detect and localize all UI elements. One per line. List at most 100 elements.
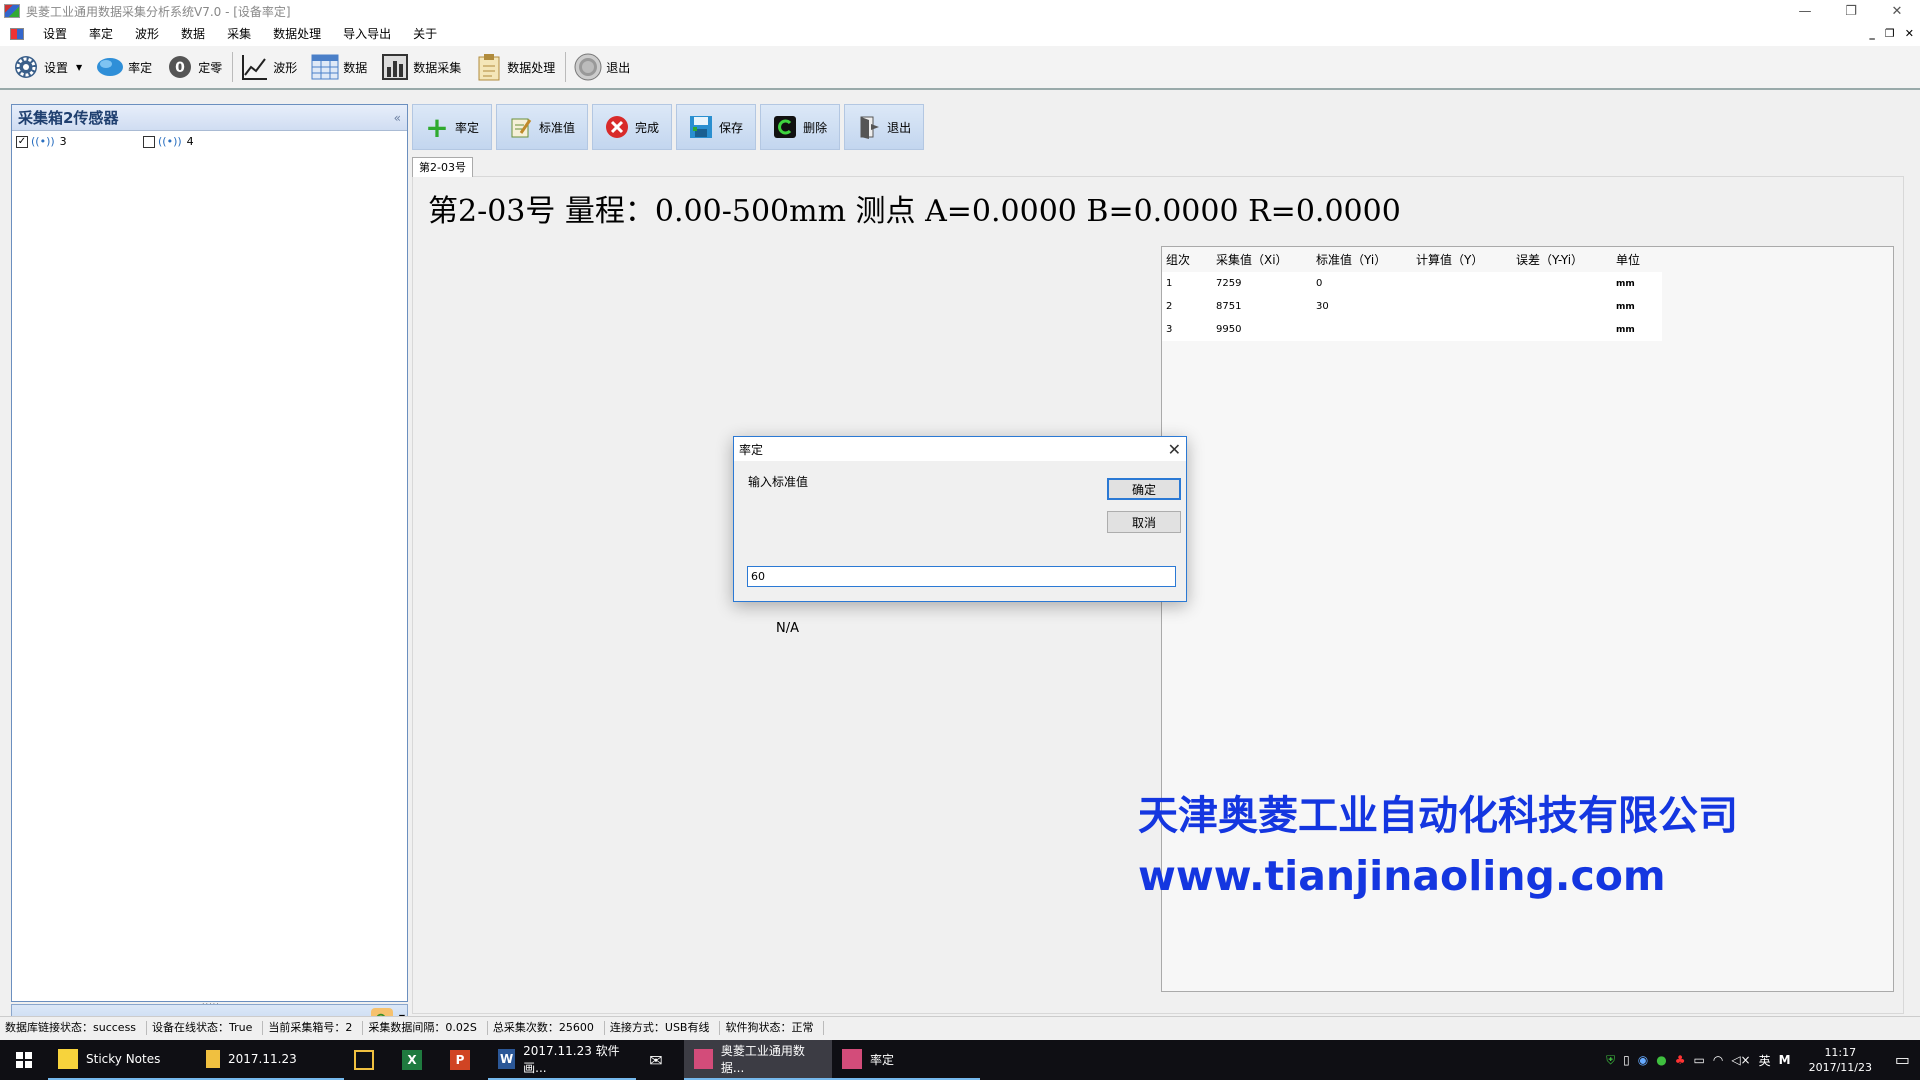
settings-button[interactable]: 设置 ▼ <box>10 49 84 85</box>
data-button[interactable]: 数据 <box>309 49 369 85</box>
menu-data[interactable]: 数据 <box>170 22 216 46</box>
waveform-button[interactable]: 波形 <box>239 49 299 85</box>
column-header[interactable]: 采集值（Xi） <box>1212 247 1312 272</box>
column-header[interactable]: 标准值（Yi） <box>1312 247 1412 272</box>
calibrate-action-button[interactable]: + 率定 <box>412 104 493 150</box>
taskbar-folder[interactable]: 2017.11.23 <box>196 1040 344 1080</box>
sensor-item[interactable]: ✓ ((•)) 3 <box>16 135 67 148</box>
qq-icon[interactable]: ♣ <box>1675 1053 1686 1067</box>
network-icon[interactable]: ◉ <box>1638 1053 1648 1067</box>
wechat-icon[interactable]: ● <box>1656 1053 1666 1067</box>
tab-sensor[interactable]: 第2-03号 <box>412 157 473 177</box>
sensor-checkbox-checked[interactable]: ✓ <box>16 135 28 148</box>
sensor-checkbox[interactable] <box>143 135 155 148</box>
data-collect-icon <box>381 53 409 81</box>
taskbar-app-main[interactable]: 奥菱工业通用数据... <box>684 1040 832 1080</box>
exit-action-button[interactable]: 退出 <box>844 104 925 150</box>
taskbar-powerpoint[interactable]: P <box>440 1040 488 1080</box>
status-db-link: 数据库链接状态：success <box>0 1020 148 1035</box>
chevron-down-icon[interactable]: ▼ <box>76 63 82 72</box>
sensor-panel-title: 采集箱2传感器 <box>18 109 119 127</box>
column-header[interactable]: 计算值（Y） <box>1412 247 1512 272</box>
shield-icon[interactable]: ⛨ <box>1606 1053 1615 1068</box>
taskbar-sticky-notes[interactable]: Sticky Notes <box>48 1040 196 1080</box>
taskbar-mail[interactable]: ✉ <box>636 1040 684 1080</box>
minimize-button[interactable]: — <box>1782 0 1828 22</box>
wifi-icon[interactable]: ◠ <box>1713 1053 1723 1067</box>
collapse-panel-button[interactable]: « <box>394 111 401 125</box>
clipboard-icon <box>475 53 503 81</box>
table-cell: 7259 <box>1216 278 1242 289</box>
table-cell: mm <box>1616 324 1635 335</box>
table-cell <box>1412 272 1512 295</box>
title-bar: 奥菱工业通用数据采集分析系统V7.0 - [设备率定] — ❐ ✕ <box>0 0 1920 22</box>
delete-button[interactable]: 删除 <box>760 104 841 150</box>
table-cell <box>1512 318 1612 341</box>
table-row[interactable]: 2 8751 30 mm <box>1162 295 1662 318</box>
close-button[interactable]: ✕ <box>1874 0 1920 22</box>
calibrate-button[interactable]: 率定 <box>94 49 154 85</box>
calibration-action-bar: + 率定 标准值 完成 保存 删除 退出 <box>412 104 925 152</box>
sensor-panel-header: 采集箱2传感器 « <box>12 105 407 131</box>
save-icon <box>689 115 713 139</box>
ok-button[interactable]: 确定 <box>1107 478 1181 500</box>
mdi-system-icon[interactable] <box>10 28 24 40</box>
mdi-minimize-button[interactable]: _ <box>1869 22 1875 46</box>
menu-waveform[interactable]: 波形 <box>124 22 170 46</box>
save-button[interactable]: 保存 <box>676 104 757 150</box>
data-collect-button[interactable]: 数据采集 <box>379 49 463 85</box>
notification-icon[interactable]: ▭ <box>1895 1050 1910 1069</box>
chart-placeholder-label: N/A <box>776 621 799 636</box>
clock[interactable]: 11:17 2017/11/23 <box>1809 1045 1872 1075</box>
dialog-close-icon[interactable]: ✕ <box>1168 440 1181 459</box>
table-cell <box>1412 318 1512 341</box>
toolbar-separator <box>565 52 567 82</box>
taskbar-word[interactable]: W 2017.11.23 软件画... <box>488 1040 636 1080</box>
sticky-notes-icon <box>58 1049 78 1069</box>
volume-icon[interactable]: ◁× <box>1731 1053 1750 1067</box>
table-row[interactable]: 3 9950 mm <box>1162 318 1662 341</box>
standard-value-input[interactable] <box>747 566 1176 587</box>
resize-grip[interactable]: ..... <box>202 997 220 1006</box>
ime-icon[interactable]: M <box>1779 1053 1791 1067</box>
excel-icon: X <box>402 1050 422 1070</box>
calibrate-dialog: 率定 ✕ 输入标准值 确定 取消 <box>733 436 1187 602</box>
exit-button[interactable]: 退出 <box>572 49 632 85</box>
taskbar-store[interactable] <box>344 1040 392 1080</box>
menu-import-export[interactable]: 导入导出 <box>332 22 402 46</box>
column-header[interactable]: 单位 <box>1612 247 1662 272</box>
table-cell: 9950 <box>1216 324 1242 335</box>
system-tray: ⛨ ▯ ◉ ● ♣ ▭ ◠ ◁× 英 M 11:17 2017/11/23 <box>1606 1040 1872 1080</box>
column-header[interactable]: 误差（Y-Yi） <box>1512 247 1612 272</box>
menu-about[interactable]: 关于 <box>402 22 448 46</box>
cancel-button[interactable]: 取消 <box>1107 511 1181 533</box>
sensor-item[interactable]: ((•)) 4 <box>143 135 194 148</box>
windows-start-icon[interactable] <box>0 1040 48 1080</box>
standard-value-button[interactable]: 标准值 <box>496 104 589 150</box>
menu-data-processing[interactable]: 数据处理 <box>262 22 332 46</box>
table-cell: 8751 <box>1216 301 1242 312</box>
column-header[interactable]: 组次 <box>1162 247 1212 272</box>
battery-icon[interactable]: ▭ <box>1694 1053 1705 1067</box>
taskbar-calibrate[interactable]: 率定 <box>832 1040 980 1080</box>
finish-button[interactable]: 完成 <box>592 104 673 150</box>
mdi-restore-button[interactable]: ❐ <box>1885 22 1895 46</box>
input-language[interactable]: 英 <box>1759 1052 1771 1069</box>
toolbar-separator <box>232 52 234 82</box>
close-circle-icon <box>605 115 629 139</box>
taskbar-excel[interactable]: X <box>392 1040 440 1080</box>
window-controls: — ❐ ✕ <box>1782 0 1920 22</box>
menu-collect[interactable]: 采集 <box>216 22 262 46</box>
sensor-info-line: 第2-03号 量程：0.00-500mm 测点 A=0.0000 B=0.000… <box>428 194 1401 229</box>
menu-settings[interactable]: 设置 <box>32 22 78 46</box>
table-row[interactable]: 1 7259 0 mm <box>1162 272 1662 295</box>
data-processing-button[interactable]: 数据处理 <box>473 49 557 85</box>
menu-calibrate[interactable]: 率定 <box>78 22 124 46</box>
app-icon <box>4 4 20 18</box>
mdi-close-button[interactable]: ✕ <box>1905 22 1914 46</box>
folder-icon <box>206 1050 220 1068</box>
restore-button[interactable]: ❐ <box>1828 0 1874 22</box>
dialog-title-bar: 率定 ✕ <box>734 437 1186 461</box>
usb-icon[interactable]: ▯ <box>1623 1053 1630 1067</box>
zero-button[interactable]: 0 定零 <box>164 49 224 85</box>
